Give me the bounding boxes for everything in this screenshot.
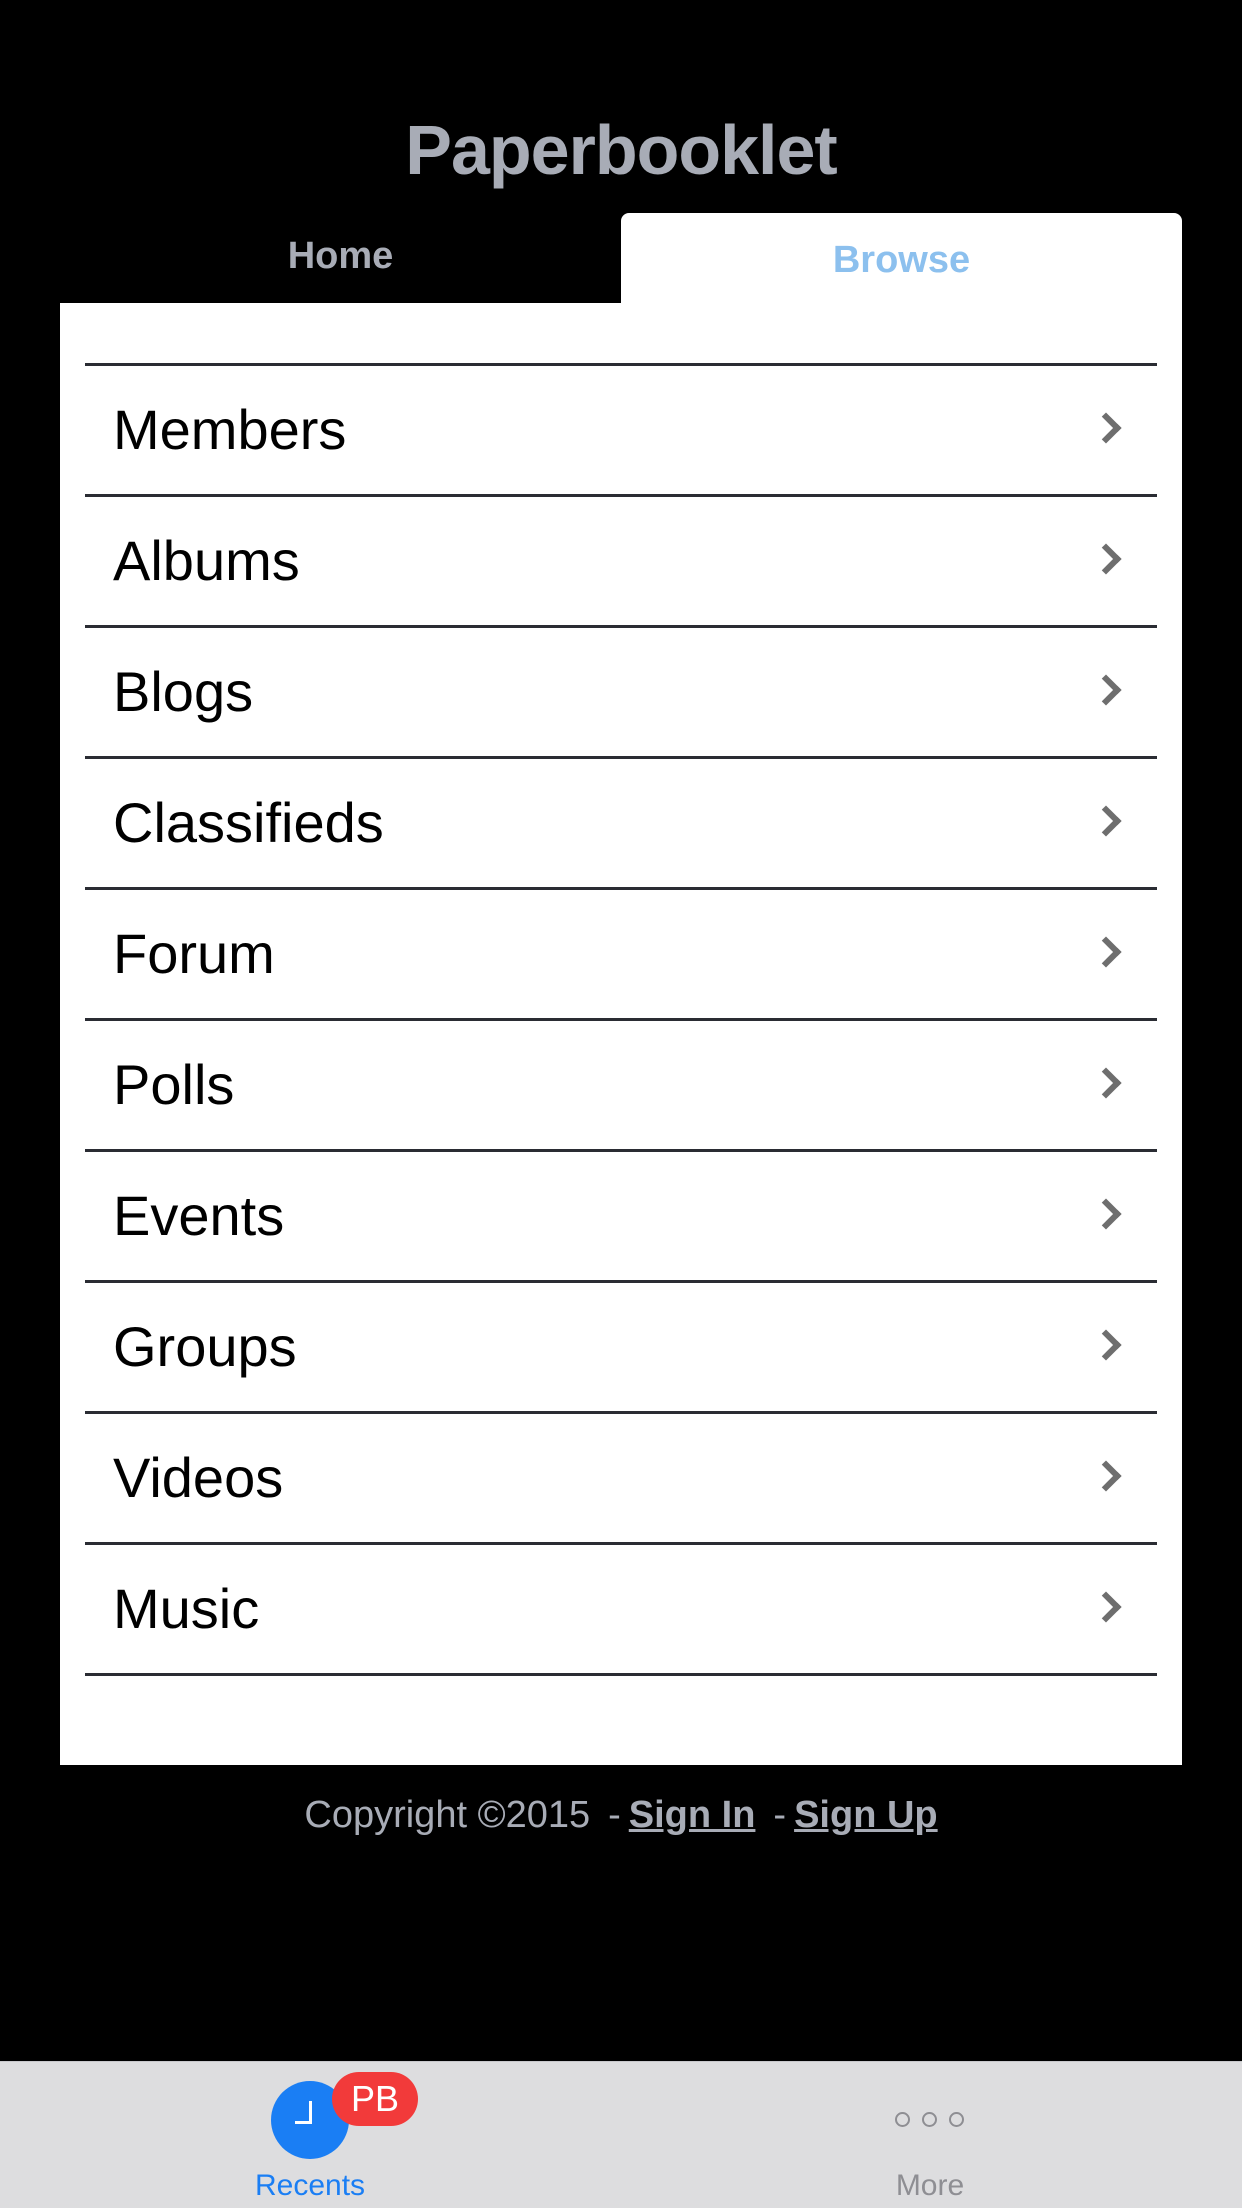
sign-in-link[interactable]: Sign In xyxy=(629,1794,756,1836)
menu-item-label: Forum xyxy=(113,922,275,985)
menu-item-blogs[interactable]: Blogs xyxy=(85,628,1157,759)
chevron-right-icon xyxy=(1090,674,1122,706)
menu-item-events[interactable]: Events xyxy=(85,1152,1157,1283)
copyright-text: Copyright ©2015 xyxy=(304,1794,591,1836)
top-tabs: Home Browse xyxy=(60,213,1182,303)
bottom-tab-bar: PB Recents More xyxy=(0,2061,1242,2208)
footer-separator: - xyxy=(608,1794,621,1836)
browse-panel: Members Albums Blogs Classifieds Forum P… xyxy=(60,303,1182,1765)
menu-item-label: Groups xyxy=(113,1315,297,1378)
notification-badge: PB xyxy=(332,2072,418,2126)
chevron-right-icon xyxy=(1090,412,1122,444)
menu-item-music[interactable]: Music xyxy=(85,1545,1157,1676)
tabbar-item-more[interactable]: More xyxy=(730,2062,1130,2208)
chevron-right-icon xyxy=(1090,936,1122,968)
menu-item-polls[interactable]: Polls xyxy=(85,1021,1157,1152)
menu-item-members[interactable]: Members xyxy=(85,366,1157,497)
tabbar-item-recents[interactable]: PB Recents xyxy=(110,2062,510,2208)
menu-item-classifieds[interactable]: Classifieds xyxy=(85,759,1157,890)
menu-item-label: Members xyxy=(113,398,347,461)
more-dots-icon xyxy=(895,2110,965,2130)
menu-item-label: Videos xyxy=(113,1446,284,1509)
footer-separator: - xyxy=(773,1794,787,1836)
menu-item-label: Events xyxy=(113,1184,285,1247)
chevron-right-icon xyxy=(1090,1591,1122,1623)
sign-up-link[interactable]: Sign Up xyxy=(794,1794,938,1836)
app-screen: Paperbooklet Home Browse Members Albums … xyxy=(0,0,1242,2208)
chevron-right-icon xyxy=(1090,1067,1122,1099)
menu-item-label: Albums xyxy=(113,529,300,592)
menu-item-label: Polls xyxy=(113,1053,235,1116)
menu-item-groups[interactable]: Groups xyxy=(85,1283,1157,1414)
menu-item-albums[interactable]: Albums xyxy=(85,497,1157,628)
tabbar-label-recents: Recents xyxy=(254,2169,366,2202)
app-title: Paperbooklet xyxy=(405,111,837,189)
menu-item-label: Music xyxy=(113,1577,260,1640)
tab-home[interactable]: Home xyxy=(60,213,621,303)
tabbar-label-more: More xyxy=(895,2169,965,2202)
tab-browse[interactable]: Browse xyxy=(621,213,1182,303)
chevron-right-icon xyxy=(1090,543,1122,575)
browse-menu-list: Members Albums Blogs Classifieds Forum P… xyxy=(85,363,1157,1676)
chevron-right-icon xyxy=(1090,1198,1122,1230)
menu-item-label: Blogs xyxy=(113,660,254,723)
footer: Copyright ©2015- Sign In - Sign Up xyxy=(0,1790,1242,1840)
chevron-right-icon xyxy=(1090,1329,1122,1361)
chevron-right-icon xyxy=(1090,805,1122,837)
menu-item-forum[interactable]: Forum xyxy=(85,890,1157,1021)
menu-item-videos[interactable]: Videos xyxy=(85,1414,1157,1545)
chevron-right-icon xyxy=(1090,1460,1122,1492)
menu-item-label: Classifieds xyxy=(113,791,384,854)
